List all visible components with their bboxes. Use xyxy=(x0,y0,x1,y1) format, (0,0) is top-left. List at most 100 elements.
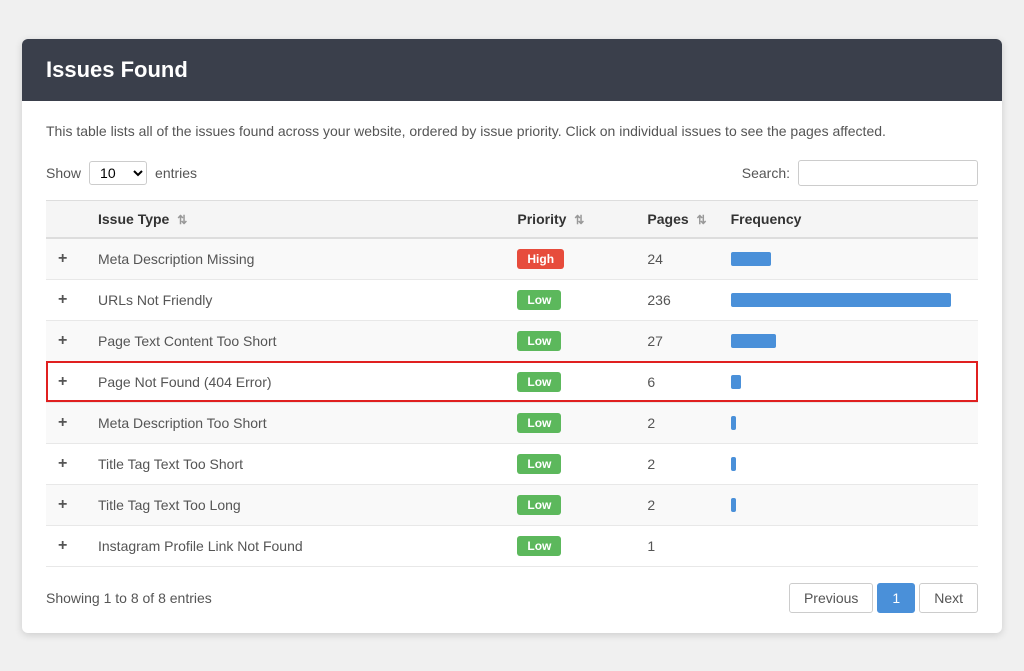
show-entries-control: Show 10 25 50 100 entries xyxy=(46,161,197,185)
col-header-frequency: Frequency xyxy=(719,200,978,238)
table-row[interactable]: + Meta Description Missing High 24 xyxy=(46,238,978,280)
expand-cell: + xyxy=(46,443,86,484)
pages-cell: 2 xyxy=(635,402,718,443)
table-row[interactable]: + Page Text Content Too Short Low 27 xyxy=(46,320,978,361)
priority-badge: Low xyxy=(517,454,561,474)
pages-cell: 236 xyxy=(635,279,718,320)
frequency-bar-container xyxy=(731,291,966,309)
frequency-bar-container xyxy=(731,414,966,432)
entries-select[interactable]: 10 25 50 100 xyxy=(89,161,147,185)
expand-button[interactable]: + xyxy=(58,373,67,390)
expand-button[interactable]: + xyxy=(58,455,67,472)
pages-cell: 24 xyxy=(635,238,718,280)
frequency-bar xyxy=(731,252,771,266)
priority-badge: Low xyxy=(517,495,561,515)
page-header: Issues Found xyxy=(22,39,1002,101)
priority-badge: Low xyxy=(517,372,561,392)
frequency-bar-container xyxy=(731,332,966,350)
showing-text: Showing 1 to 8 of 8 entries xyxy=(46,590,212,606)
search-input[interactable] xyxy=(798,160,978,186)
col-header-priority[interactable]: Priority ⇅ xyxy=(505,200,635,238)
priority-cell: Low xyxy=(505,361,635,402)
issue-type-cell: Title Tag Text Too Short xyxy=(86,443,505,484)
frequency-bar-container xyxy=(731,537,966,555)
main-container: Issues Found This table lists all of the… xyxy=(22,39,1002,633)
expand-button[interactable]: + xyxy=(58,250,67,267)
priority-badge: Low xyxy=(517,536,561,556)
table-row[interactable]: + Title Tag Text Too Short Low 2 xyxy=(46,443,978,484)
priority-cell: High xyxy=(505,238,635,280)
pages-cell: 27 xyxy=(635,320,718,361)
show-label: Show xyxy=(46,165,81,181)
footer-row: Showing 1 to 8 of 8 entries Previous 1 N… xyxy=(46,583,978,613)
frequency-cell xyxy=(719,279,978,320)
issue-type-cell: Title Tag Text Too Long xyxy=(86,484,505,525)
table-body: +Meta Description MissingHigh24+URLs Not… xyxy=(46,238,978,567)
controls-row: Show 10 25 50 100 entries Search: xyxy=(46,160,978,186)
frequency-bar-container xyxy=(731,373,966,391)
search-label: Search: xyxy=(742,165,790,181)
expand-cell: + xyxy=(46,279,86,320)
description-text: This table lists all of the issues found… xyxy=(46,121,978,142)
priority-cell: Low xyxy=(505,525,635,566)
col-header-expand xyxy=(46,200,86,238)
table-row[interactable]: + Meta Description Too Short Low 2 xyxy=(46,402,978,443)
frequency-cell xyxy=(719,443,978,484)
page-1-button[interactable]: 1 xyxy=(877,583,915,613)
table-row[interactable]: +Page Not Found (404 Error)Low6 xyxy=(46,361,978,402)
frequency-cell xyxy=(719,238,978,280)
table-row[interactable]: + Title Tag Text Too Long Low 2 xyxy=(46,484,978,525)
search-box: Search: xyxy=(742,160,978,186)
col-header-issue-type[interactable]: Issue Type ⇅ xyxy=(86,200,505,238)
expand-button[interactable]: + xyxy=(58,537,67,554)
priority-badge: Low xyxy=(517,290,561,310)
frequency-bar-container xyxy=(731,250,966,268)
expand-button[interactable]: + xyxy=(58,332,67,349)
expand-button[interactable]: + xyxy=(58,291,67,308)
page-body: This table lists all of the issues found… xyxy=(22,101,1002,633)
next-button[interactable]: Next xyxy=(919,583,978,613)
expand-cell: + xyxy=(46,525,86,566)
priority-cell: Low xyxy=(505,443,635,484)
priority-cell: Low xyxy=(505,484,635,525)
issue-type-cell: Meta Description Missing xyxy=(86,238,505,280)
sort-icon-priority: ⇅ xyxy=(574,213,584,227)
pages-cell: 2 xyxy=(635,443,718,484)
expand-button[interactable]: + xyxy=(58,496,67,513)
frequency-cell xyxy=(719,484,978,525)
expand-cell: + xyxy=(46,484,86,525)
table-row[interactable]: +URLs Not FriendlyLow236 xyxy=(46,279,978,320)
issue-type-cell: Instagram Profile Link Not Found xyxy=(86,525,505,566)
priority-badge: High xyxy=(517,249,564,269)
frequency-bar xyxy=(731,416,736,430)
frequency-bar xyxy=(731,293,951,307)
pages-cell: 1 xyxy=(635,525,718,566)
expand-cell: + xyxy=(46,361,86,402)
previous-button[interactable]: Previous xyxy=(789,583,873,613)
pages-cell: 2 xyxy=(635,484,718,525)
table-row[interactable]: + Instagram Profile Link Not Found Low 1 xyxy=(46,525,978,566)
priority-badge: Low xyxy=(517,413,561,433)
col-header-pages[interactable]: Pages ⇅ xyxy=(635,200,718,238)
expand-button[interactable]: + xyxy=(58,414,67,431)
issue-type-cell: Meta Description Too Short xyxy=(86,402,505,443)
frequency-bar-container xyxy=(731,496,966,514)
issues-table: Issue Type ⇅ Priority ⇅ Pages ⇅ Frequenc… xyxy=(46,200,978,567)
priority-cell: Low xyxy=(505,279,635,320)
expand-cell: + xyxy=(46,238,86,280)
frequency-bar xyxy=(731,498,736,512)
page-title: Issues Found xyxy=(46,57,978,83)
frequency-cell xyxy=(719,320,978,361)
table-header-row: Issue Type ⇅ Priority ⇅ Pages ⇅ Frequenc… xyxy=(46,200,978,238)
pagination: Previous 1 Next xyxy=(789,583,978,613)
expand-cell: + xyxy=(46,320,86,361)
frequency-bar xyxy=(731,334,776,348)
frequency-cell xyxy=(719,525,978,566)
pages-cell: 6 xyxy=(635,361,718,402)
priority-cell: Low xyxy=(505,320,635,361)
frequency-bar xyxy=(731,457,736,471)
frequency-bar xyxy=(731,375,741,389)
priority-cell: Low xyxy=(505,402,635,443)
priority-badge: Low xyxy=(517,331,561,351)
issue-type-cell: Page Text Content Too Short xyxy=(86,320,505,361)
